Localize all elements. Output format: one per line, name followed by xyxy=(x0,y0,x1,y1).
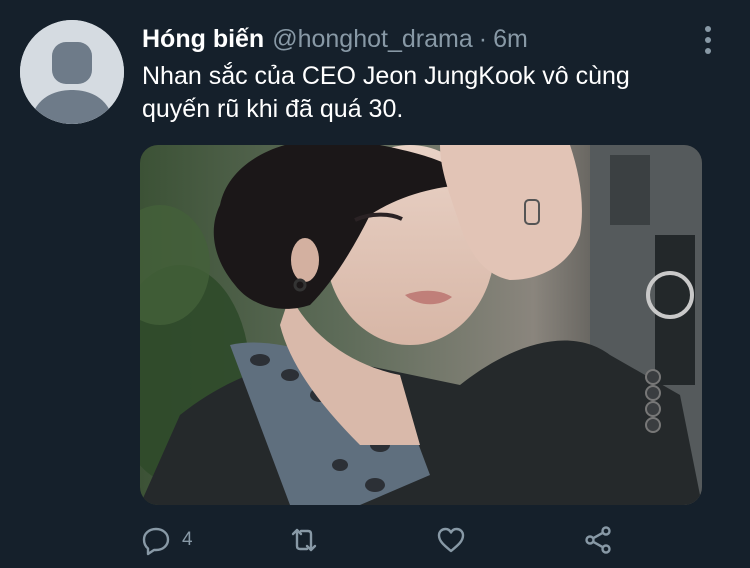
reply-count: 4 xyxy=(182,529,193,550)
reply-icon xyxy=(142,527,170,556)
reply-button[interactable]: 4 xyxy=(140,522,193,558)
more-dot xyxy=(705,37,711,43)
heart-icon xyxy=(437,527,465,553)
more-dot xyxy=(705,26,711,32)
share-icon xyxy=(585,526,611,554)
more-dot xyxy=(705,48,711,54)
tweet-photo[interactable] xyxy=(140,145,702,505)
tweet-text: Nhan sắc của CEO Jeon JungKook vô cùng q… xyxy=(142,62,630,123)
author-name[interactable]: Hóng biến xyxy=(142,25,264,54)
like-button[interactable] xyxy=(435,522,467,558)
avatar[interactable] xyxy=(20,20,124,124)
author-handle[interactable]: @honghot_drama xyxy=(272,25,473,54)
tweet-header: Hóng biến @honghot_drama · 6m xyxy=(142,25,528,55)
tweet-actions: 4 xyxy=(140,522,620,558)
more-vertical-icon[interactable] xyxy=(698,26,718,54)
share-button[interactable] xyxy=(582,522,614,558)
default-avatar-icon xyxy=(20,20,124,124)
retweet-icon xyxy=(291,528,317,552)
tweet-timestamp[interactable]: 6m xyxy=(493,25,528,54)
retweet-button[interactable] xyxy=(288,522,320,558)
tweet[interactable]: Hóng biến @honghot_drama · 6m Nhan sắc c… xyxy=(0,0,750,568)
photo-illustration xyxy=(140,145,702,505)
separator-dot: · xyxy=(478,25,488,53)
